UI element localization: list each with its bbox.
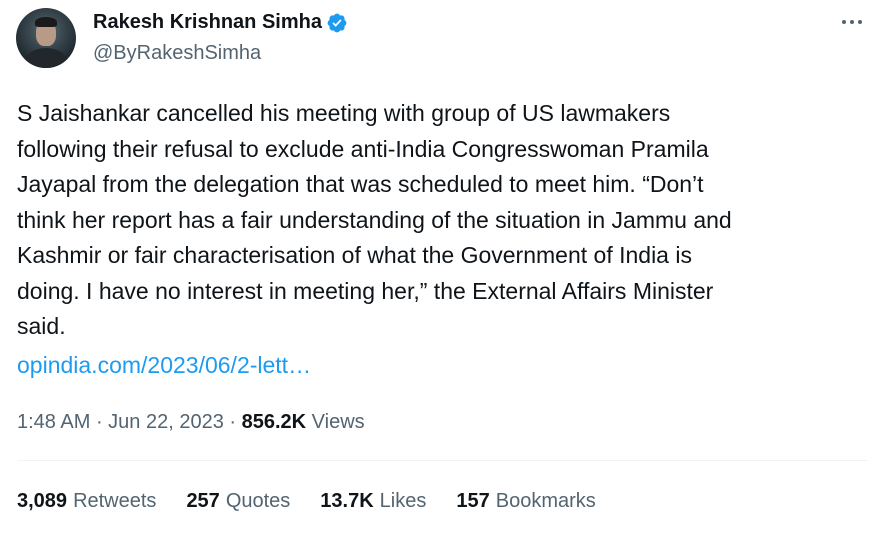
quotes-stat[interactable]: 257 Quotes bbox=[186, 487, 290, 515]
engagement-stats: 3,089 Retweets 257 Quotes 13.7K Likes 157 Bo… bbox=[17, 487, 626, 515]
views-label: Views bbox=[311, 411, 365, 433]
divider bbox=[17, 460, 867, 461]
tweet-meta: 1:48 AM · Jun 22, 2023 · 856.2K Views bbox=[17, 408, 365, 436]
tweet-link[interactable]: opindia.com/2023/06/2-lett… bbox=[17, 348, 311, 383]
quotes-count: 257 bbox=[186, 490, 220, 512]
views-count: 856.2K bbox=[241, 411, 307, 433]
tweet-time[interactable]: 1:48 AM bbox=[17, 411, 90, 433]
retweets-label: Retweets bbox=[73, 490, 157, 512]
likes-stat[interactable]: 13.7K Likes bbox=[320, 487, 426, 515]
author-handle[interactable]: @ByRakeshSimha bbox=[93, 42, 261, 65]
bookmarks-count: 157 bbox=[456, 490, 490, 512]
avatar-hair bbox=[35, 17, 57, 27]
bookmarks-stat[interactable]: 157 Bookmarks bbox=[456, 487, 595, 515]
avatar-shoulders bbox=[24, 48, 68, 68]
author-name-row[interactable]: Rakesh Krishnan Simha bbox=[93, 11, 348, 34]
retweets-count: 3,089 bbox=[17, 490, 68, 512]
author-name[interactable]: Rakesh Krishnan Simha bbox=[93, 11, 322, 34]
likes-label: Likes bbox=[379, 490, 427, 512]
meta-separator: · bbox=[90, 411, 109, 433]
retweets-stat[interactable]: 3,089 Retweets bbox=[17, 487, 156, 515]
likes-count: 13.7K bbox=[320, 490, 374, 512]
quotes-label: Quotes bbox=[225, 490, 291, 512]
meta-separator: · bbox=[223, 411, 242, 433]
tweet-text: S Jaishankar cancelled his meeting with … bbox=[17, 100, 732, 339]
tweet-date[interactable]: Jun 22, 2023 bbox=[108, 411, 224, 433]
avatar[interactable] bbox=[16, 8, 76, 68]
bookmarks-label: Bookmarks bbox=[495, 490, 596, 512]
more-horizontal-icon[interactable] bbox=[838, 10, 866, 34]
verified-badge-icon bbox=[327, 13, 347, 32]
